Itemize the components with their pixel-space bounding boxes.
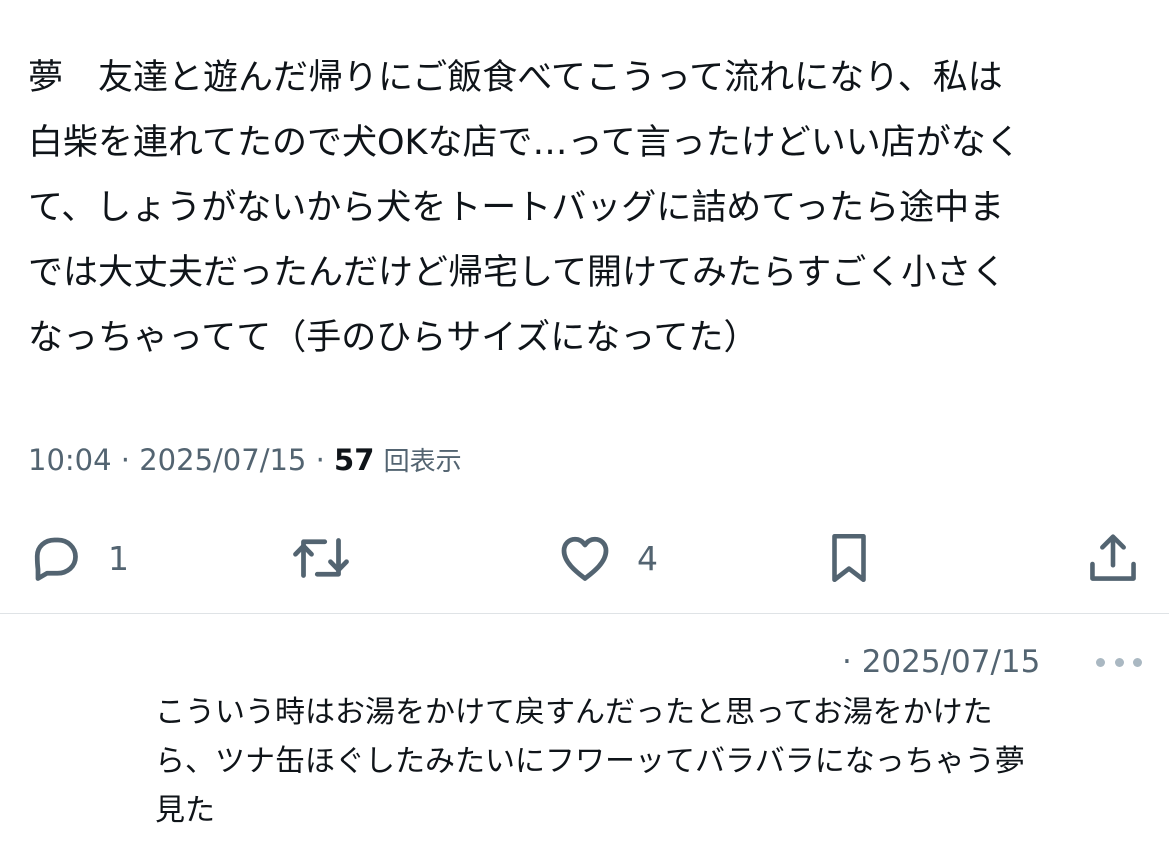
reply-icon [34,537,78,581]
tweet-text-line: 白柴を連れてたので犬OKな店で…って言ったけどいい店がなく [28,123,1021,163]
tweet-text-line: なっちゃってて（手のひらサイズになってた） [28,318,759,358]
bookmark-button[interactable] [820,525,878,591]
share-icon [1090,534,1136,581]
tweet-text: 夢 友達と遊んだ帰りにご飯食べてこうって流れになり、私は 白柴を連れてたので犬O… [28,46,1148,371]
reply-text: こういう時はお湯をかけて戻すんだったと思ってお湯をかけた ら、ツナ缶ほぐしたみた… [155,688,1155,835]
views-label[interactable]: 回表示 [384,447,462,477]
tweet-time[interactable]: 10:04 [28,443,112,477]
tweet-text-line: では大丈夫だったんだけど帰宅して開けてみたらすごく小さく [28,253,1007,293]
reply-text-line: こういう時はお湯をかけて戻すんだったと思ってお湯をかけた [155,695,993,730]
like-icon [561,536,609,581]
reply-date[interactable]: · 2025/07/15 [842,640,1040,684]
more-dot [1133,657,1142,667]
tweet-date[interactable]: 2025/07/15 [139,443,306,477]
like-button[interactable]: 4 [555,525,658,591]
retweet-button[interactable] [288,525,354,591]
more-dot [1114,657,1124,667]
views-count[interactable]: 57 [334,443,374,477]
reply-count: 1 [108,538,129,578]
share-button[interactable] [1084,525,1142,591]
reply-text-line: ら、ツナ缶ほぐしたみたいにフワーッてバラバラになっちゃう夢 [155,744,1025,779]
tweet-text-line: 夢 友達と遊んだ帰りにご飯食べてこうって流れになり、私は [28,58,1003,98]
bookmark-icon [832,533,866,583]
tweet-text-line: て、しょうがないから犬をトートバッグに詰めてったら途中ま [28,188,1005,228]
action-bar: 1 4 [0,525,1169,591]
reply-button[interactable]: 1 [26,525,129,591]
meta-separator: · [120,443,131,477]
retweet-icon [293,538,349,578]
divider [0,613,1169,614]
tweet-detail-page: 夢 友達と遊んだ帰りにご飯食べてこうって流れになり、私は 白柴を連れてたので犬O… [0,0,1169,844]
meta-separator: · [315,443,325,477]
like-count: 4 [637,538,658,578]
more-dot [1096,657,1105,667]
reply-text-line: 見た [155,793,215,828]
more-icon[interactable] [1096,650,1142,674]
tweet-meta: 10:04 · 2025/07/15 · 57 回表示 [28,440,462,482]
